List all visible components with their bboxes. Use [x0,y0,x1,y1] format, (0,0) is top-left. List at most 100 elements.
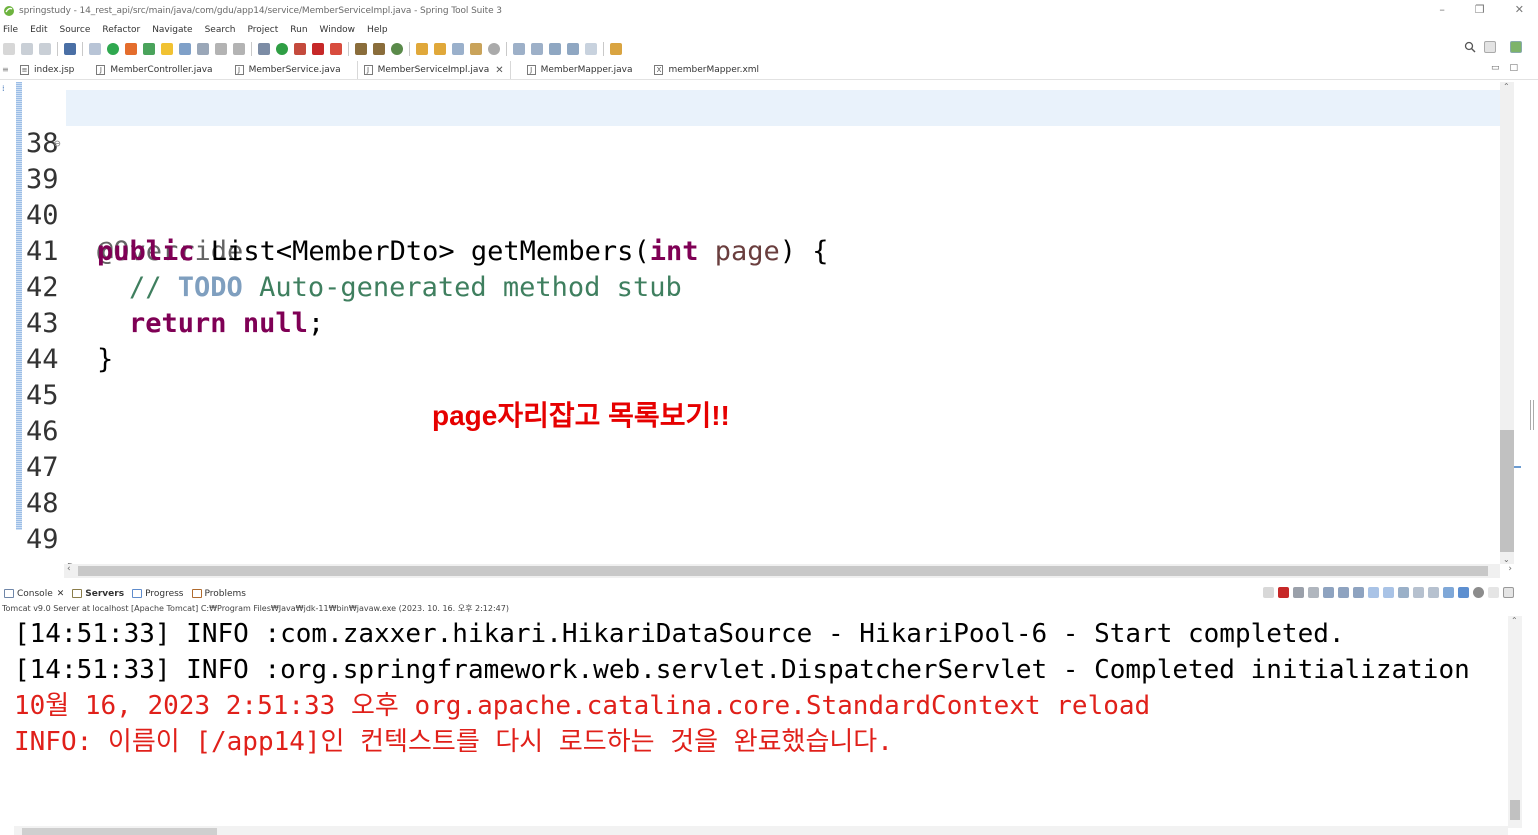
tab-member-mapper-xml[interactable]: X memberMapper.xml [648,61,765,79]
forward-icon[interactable] [585,43,597,55]
show-on-stdout-icon[interactable] [1368,587,1379,598]
search-icon[interactable] [1464,41,1476,53]
pin-console-icon[interactable] [1263,587,1274,598]
pilcrow-icon[interactable] [233,43,245,55]
open-folder-icon[interactable] [470,43,482,55]
menu-search[interactable]: Search [205,25,236,35]
maximize-view-icon[interactable] [1503,587,1514,598]
save-all-icon[interactable] [39,43,51,55]
tab-problems[interactable]: Problems [191,589,246,599]
menu-file[interactable]: File [3,25,18,35]
scroll-lock-icon[interactable] [1338,587,1349,598]
scrollbar-thumb[interactable] [1500,430,1514,552]
copy-icon[interactable] [1443,587,1454,598]
scroll-left-icon[interactable]: ‹ [67,564,71,574]
spring-boot-icon[interactable] [107,43,119,55]
spring-bean-icon[interactable] [143,43,155,55]
annotation-icon[interactable] [488,43,500,55]
show-on-stderr-icon[interactable] [1383,587,1394,598]
code-line-42[interactable]: 42 return null; [16,234,1500,339]
pin-editor-icon[interactable] [610,43,622,55]
deploy-icon[interactable] [330,43,342,55]
open-task-icon[interactable] [434,43,446,55]
overview-mark[interactable] [1514,466,1521,468]
close-icon[interactable]: ✕ [495,65,503,76]
perspective-open-icon[interactable] [1484,41,1496,53]
minimize-view-icon[interactable]: ▭ [1491,63,1500,73]
minimize-view-icon[interactable] [1488,587,1499,598]
console-horizontal-scrollbar[interactable] [14,826,1508,835]
debug-icon[interactable] [258,43,270,55]
new-icon[interactable] [3,43,15,55]
console-vertical-scrollbar[interactable]: ⌃ [1508,616,1522,828]
scroll-right-icon[interactable]: › [1508,564,1512,574]
terminate-icon[interactable] [1278,587,1289,598]
code-line-38[interactable]: 38 [16,90,1500,159]
code-line-43[interactable]: 43 } [16,270,1500,375]
block-select-icon[interactable] [179,43,191,55]
spring-icon[interactable] [125,43,137,55]
code-line-49[interactable]: 49 } [16,486,1500,564]
tab-servers[interactable]: Servers [72,589,124,599]
scroll-down-icon[interactable]: ⌄ [1503,555,1510,564]
next-annotation-icon[interactable] [513,43,525,55]
fold-collapse-icon[interactable]: ⊖ [54,126,61,162]
code-line-40[interactable]: 40 public List<MemberDto> getMembers(int… [16,162,1500,267]
clear-console-icon[interactable] [1323,587,1334,598]
search-toolbar-icon[interactable] [452,43,464,55]
new-java-package-icon[interactable] [355,43,367,55]
save-icon[interactable] [21,43,33,55]
paragraph-icon[interactable] [215,43,227,55]
panel-sash[interactable] [1530,400,1534,430]
gear-icon[interactable] [1473,587,1484,598]
code-line-48[interactable]: 48 [16,450,1500,519]
menu-navigate[interactable]: Navigate [152,25,192,35]
minimize-button[interactable]: – [1439,3,1445,16]
code-line-44[interactable]: 44 [16,306,1500,375]
display-selected-console-icon[interactable] [1413,587,1424,598]
code-editor[interactable]: 38 39 ⊖ @Override 40 public List<MemberD… [16,82,1500,564]
menu-refactor[interactable]: Refactor [102,25,140,35]
scroll-up-icon[interactable]: ⌃ [1511,616,1518,625]
code-line-47[interactable]: 47 [16,414,1500,483]
spring-perspective-icon[interactable] [1510,41,1522,53]
code-line-45[interactable]: 45 [16,342,1500,411]
back-icon[interactable] [567,43,579,55]
menu-window[interactable]: Window [320,25,356,35]
previous-annotation-icon[interactable] [531,43,543,55]
link-icon[interactable] [1458,587,1469,598]
word-wrap-icon[interactable] [1353,587,1364,598]
open-console-icon[interactable] [1428,587,1439,598]
tab-member-controller[interactable]: J MemberController.java [90,61,218,79]
tab-index-jsp[interactable]: ≡ index.jsp [14,61,80,79]
scroll-up-icon[interactable]: ⌃ [1503,82,1510,91]
toggle-mark-icon[interactable] [161,43,173,55]
scrollbar-thumb[interactable] [1510,800,1520,820]
skip-breakpoints-icon[interactable] [89,43,101,55]
menu-run[interactable]: Run [290,25,307,35]
tab-member-mapper-java[interactable]: J MemberMapper.java [521,61,639,79]
scrollbar-thumb[interactable] [22,828,217,835]
tab-member-service-impl[interactable]: J MemberServiceImpl.java ✕ [356,61,511,79]
code-line-41[interactable]: 41 // TODO Auto-generated method stub [16,198,1500,303]
open-type-icon[interactable] [416,43,428,55]
menu-project[interactable]: Project [247,25,278,35]
new-java-class-icon[interactable] [373,43,385,55]
maximize-view-icon[interactable]: □ [1509,63,1518,73]
code-line-46[interactable]: 46 [16,378,1500,447]
scrollbar-thumb[interactable] [78,566,1488,576]
tab-console[interactable]: Console ✕ [4,589,64,599]
code-line-39[interactable]: 39 ⊖ @Override [16,126,1500,267]
pin-icon[interactable] [1398,587,1409,598]
close-icon[interactable]: ✕ [57,589,65,599]
close-window-button[interactable]: ✕ [1515,3,1524,16]
remove-all-terminated-icon[interactable] [1308,587,1319,598]
console-output[interactable]: [14:51:33] INFO :com.zaxxer.hikari.Hikar… [14,616,1508,826]
tab-list-icon[interactable]: ≡ [2,65,14,79]
menu-edit[interactable]: Edit [30,25,47,35]
external-tools-icon[interactable] [294,43,306,55]
menu-help[interactable]: Help [367,25,388,35]
menu-source[interactable]: Source [60,25,91,35]
show-whitespace-icon[interactable] [197,43,209,55]
terminal-icon[interactable] [64,43,76,55]
